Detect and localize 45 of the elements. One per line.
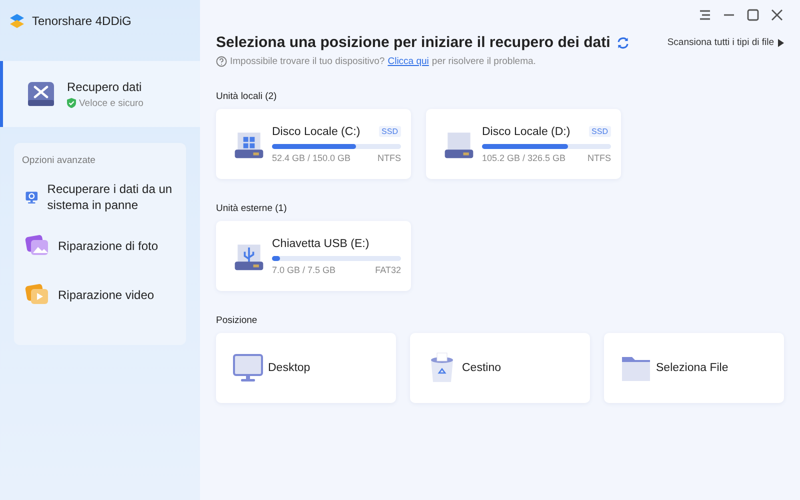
help-link[interactable]: Clicca qui bbox=[388, 56, 429, 67]
app-name: Tenorshare 4DDiG bbox=[32, 14, 132, 28]
menu-item[interactable]: Riparazione di foto bbox=[22, 228, 178, 264]
section-title: Unità esterne (1) bbox=[216, 203, 288, 214]
help-text: per risolvere il problema. bbox=[432, 56, 536, 67]
help-text: Impossibile trovare il tuo dispositivo? bbox=[230, 56, 385, 67]
drive-name: Disco Locale (C:) bbox=[272, 126, 360, 138]
sidebar-item[interactable]: Recupero dati Veloce e sicuro bbox=[0, 61, 200, 127]
section-title: Opzioni avanzate bbox=[22, 155, 96, 166]
location-label: Cestino bbox=[462, 362, 501, 374]
file-system: FAT32 bbox=[375, 264, 401, 274]
menu-icon[interactable] bbox=[698, 8, 712, 22]
maximize-icon[interactable] bbox=[746, 8, 760, 22]
file-system: NTFS bbox=[588, 152, 611, 162]
location-card[interactable]: Cestino bbox=[410, 333, 590, 403]
drive-type-badge: SSD bbox=[588, 126, 611, 137]
drive-size: 105.2 GB / 326.5 GB bbox=[482, 152, 566, 162]
section-title: Unità locali (2) bbox=[216, 91, 278, 102]
drive-size: 52.4 GB / 150.0 GB bbox=[272, 152, 351, 162]
menu-item[interactable]: Recuperare i dati da un sistema in panne bbox=[22, 179, 178, 215]
drive-name: Chiavetta USB (E:) bbox=[272, 238, 370, 250]
drive-name: Disco Locale (D:) bbox=[482, 126, 570, 138]
drive-card[interactable]: Disco Locale (C:) SSD 52.4 GB / 150.0 GB NTFS bbox=[216, 109, 411, 179]
status-text: Veloce e sicuro bbox=[79, 98, 144, 108]
location-card[interactable]: Seleziona File bbox=[604, 333, 784, 403]
section-title: Posizione bbox=[216, 315, 258, 326]
menu-item[interactable]: Riparazione video bbox=[22, 277, 178, 313]
refresh-icon[interactable] bbox=[616, 36, 630, 50]
monitor-icon bbox=[232, 352, 264, 384]
drive-size: 7.0 GB / 7.5 GB bbox=[272, 264, 336, 274]
caret-icon bbox=[778, 38, 784, 46]
drive-card[interactable]: Disco Locale (D:) SSD 105.2 GB / 326.5 GB NTFS bbox=[426, 109, 621, 179]
logo-icon bbox=[8, 12, 26, 30]
help-icon bbox=[216, 56, 227, 67]
drive-card[interactable]: Chiavetta USB (E:) 7.0 GB / 7.5 GB FAT32 bbox=[216, 221, 411, 291]
location-label: Seleziona File bbox=[656, 362, 728, 374]
close-icon[interactable] bbox=[770, 8, 784, 22]
shield-check-icon bbox=[67, 98, 76, 108]
sidebar-item-label: Recupero dati bbox=[67, 80, 143, 94]
page-title: Seleziona una posizione per iniziare il recupero dei dati bbox=[216, 34, 610, 51]
location-label: Desktop bbox=[268, 362, 310, 374]
location-card[interactable]: Desktop bbox=[216, 333, 396, 403]
drive-type-badge: SSD bbox=[378, 126, 401, 137]
scan-all-button[interactable]: Scansiona tutti i tipi di file bbox=[667, 37, 784, 48]
file-system: NTFS bbox=[378, 152, 401, 162]
